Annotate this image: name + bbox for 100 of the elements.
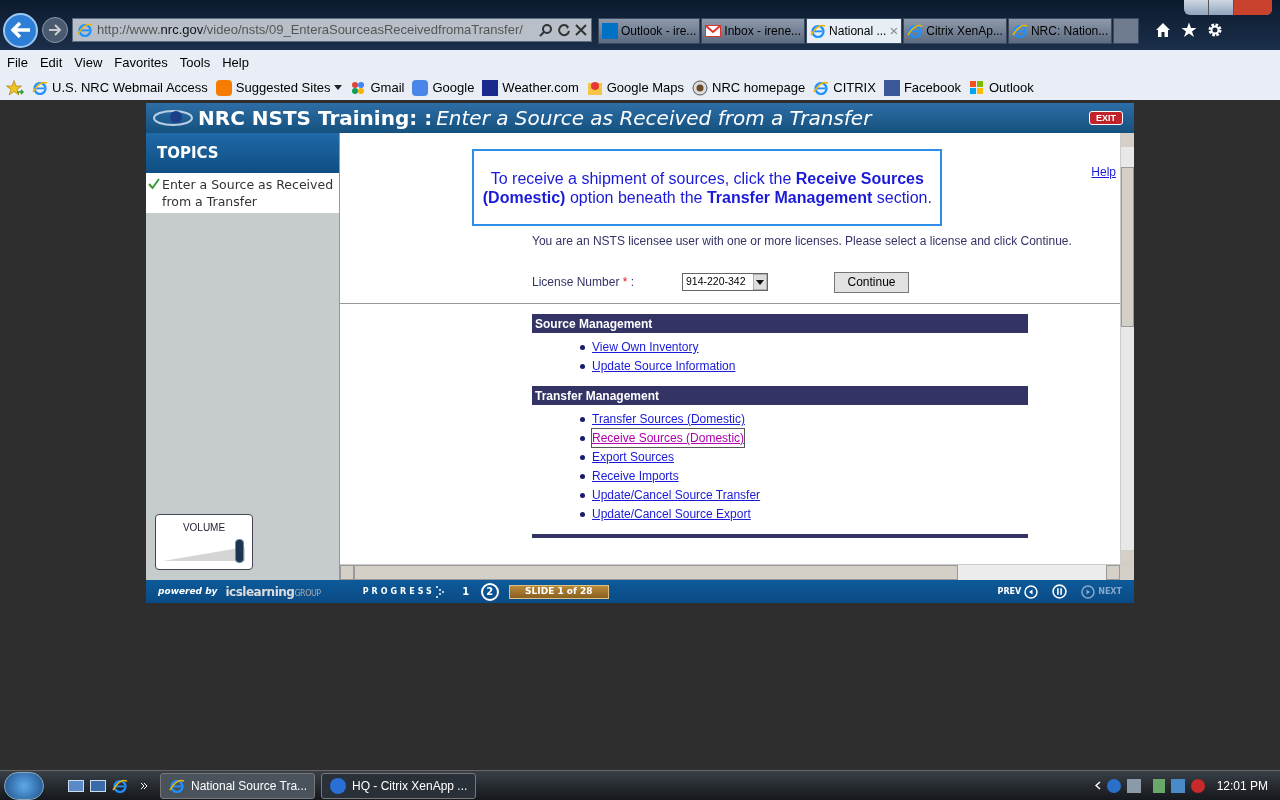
exit-button[interactable]: EXIT: [1089, 111, 1123, 125]
home-icon[interactable]: [1155, 22, 1172, 38]
browser-icon: [112, 777, 128, 794]
horizontal-scrollbar[interactable]: [340, 564, 1134, 580]
license-label: License Number * :: [532, 274, 636, 291]
progress-label: PROGRESS: [362, 585, 435, 598]
nav-link[interactable]: Export Sources: [592, 448, 675, 466]
envelope-icon: [705, 25, 722, 37]
nav-link[interactable]: Receive Sources (Domestic): [592, 429, 745, 447]
nav-link[interactable]: View Own Inventory: [592, 338, 699, 356]
browser-icon: [813, 79, 830, 96]
favorites-link[interactable]: Weather.com: [482, 77, 579, 98]
forward-arrow-icon: [48, 24, 62, 36]
nav-link[interactable]: Update/Cancel Source Transfer: [592, 486, 761, 504]
menu-item[interactable]: Favorites: [110, 51, 172, 74]
volume-control[interactable]: VOLUME: [155, 514, 253, 570]
pause-icon[interactable]: [1052, 584, 1068, 599]
browser-icon: [169, 777, 185, 794]
nav-link[interactable]: Receive Imports: [592, 467, 679, 485]
back-button[interactable]: [3, 12, 38, 48]
prev-icon: [1024, 584, 1039, 599]
tab-title: Citrix XenAp...: [926, 23, 1003, 40]
vertical-scrollbar[interactable]: [1120, 133, 1134, 564]
browser-icon: [32, 79, 48, 96]
topic-item[interactable]: Enter a Source as Received from a Transfer: [146, 173, 339, 213]
volume-knob[interactable]: [234, 539, 244, 563]
continue-button[interactable]: Continue: [834, 271, 909, 293]
course-subtitle: Enter a Source as Received from a Transfer: [436, 105, 872, 132]
bullet-icon: [580, 416, 585, 422]
slide-counter: SLIDE 1 of 28: [508, 584, 609, 599]
clock: 12:01 PM: [1216, 777, 1268, 795]
star-icon[interactable]: [1181, 22, 1198, 38]
help-link[interactable]: Help: [1091, 163, 1116, 181]
powered-by-text: powered by: [158, 584, 218, 598]
overflow-chevron-icon[interactable]: [140, 781, 148, 790]
instruction-text: To receive a shipment of sources, click the Receive Sources (Domestic) option beneath the Transfer Management section.: [482, 168, 933, 207]
taskbar-button[interactable]: National Source Tra...: [160, 772, 315, 799]
favorites-link[interactable]: Outlook: [969, 77, 1034, 98]
new-tab-button[interactable]: [1113, 18, 1140, 44]
ics-logo: icslearningGROUP: [225, 583, 321, 601]
favorites-link[interactable]: Google: [412, 77, 475, 98]
menu-item[interactable]: File: [3, 51, 32, 74]
refresh-icon[interactable]: [557, 23, 571, 37]
menu-item[interactable]: Edit: [35, 51, 67, 74]
topics-heading: TOPICS: [146, 133, 339, 173]
nav-link[interactable]: Transfer Sources (Domestic): [592, 410, 745, 428]
menu-item[interactable]: View: [70, 51, 107, 74]
page-icon: [77, 22, 93, 38]
tab-title: NRC: Nation...: [1030, 23, 1109, 40]
dropdown-caret-icon: [334, 85, 343, 90]
browser-tab[interactable]: NRC: Nation...: [1007, 18, 1113, 44]
start-button[interactable]: [4, 771, 44, 800]
favorites-star-icon[interactable]: [6, 79, 24, 96]
browser-icon: [907, 23, 924, 39]
section-header: Source Management: [532, 314, 1028, 333]
browser-tab[interactable]: Inbox - irene...: [701, 18, 806, 44]
slide-number[interactable]: 1: [456, 582, 475, 601]
favorites-link[interactable]: Suggested Sites: [215, 77, 343, 98]
bullet-icon: [580, 435, 585, 441]
prev-button[interactable]: PREV: [997, 584, 1039, 599]
bullet-icon: [580, 473, 585, 479]
window-controls[interactable]: [1184, 0, 1272, 15]
browser-tab[interactable]: Outlook - ire...: [598, 18, 701, 44]
windows-switch-icon[interactable]: [90, 779, 106, 792]
seal-icon: [692, 79, 709, 96]
browser-icon: [810, 23, 827, 39]
bullet-icon: [580, 344, 585, 350]
favorites-link[interactable]: Google Maps: [586, 77, 685, 98]
license-select[interactable]: 914-220-342: [682, 273, 768, 291]
next-icon: [1081, 584, 1096, 599]
course-title: NRC NSTS Training: :: [198, 105, 433, 132]
search-icon[interactable]: [539, 23, 553, 37]
favorites-link[interactable]: Facebook: [883, 77, 961, 98]
desktop-icon[interactable]: [68, 779, 84, 792]
slide-number[interactable]: 2: [480, 582, 499, 601]
menu-item[interactable]: Help: [218, 51, 253, 74]
tab-title: Outlook - ire...: [621, 23, 697, 40]
menu-item[interactable]: Tools: [175, 51, 215, 74]
nav-link[interactable]: Update/Cancel Source Export: [592, 505, 751, 523]
favorites-link[interactable]: U.S. NRC Webmail Access: [32, 77, 208, 98]
settings-icon[interactable]: [1207, 22, 1224, 38]
browser-icon: [1011, 23, 1028, 39]
progress-dots-icon: [434, 584, 445, 599]
taskbar-button[interactable]: HQ - Citrix XenApp ...: [321, 772, 476, 799]
browser-tab[interactable]: National ... ×: [806, 18, 903, 44]
browser-tab[interactable]: Citrix XenAp...: [903, 18, 1007, 44]
favorites-link[interactable]: CITRIX: [813, 77, 876, 98]
tab-title: Inbox - irene...: [724, 23, 802, 40]
forward-button[interactable]: [42, 17, 68, 43]
tray-chevron-icon[interactable]: [1094, 781, 1101, 790]
close-icon[interactable]: [575, 24, 587, 36]
bullet-icon: [580, 454, 585, 460]
volume-label: VOLUME: [182, 521, 226, 535]
bullet-icon: [580, 363, 585, 369]
favorites-link[interactable]: NRC homepage: [692, 77, 806, 98]
favorites-link[interactable]: Gmail: [350, 77, 405, 98]
windows-icon: [969, 79, 985, 96]
address-bar[interactable]: http://www.nrc.gov/video/nsts/09_EnteraSourceasReceivedfromaTransfer/: [72, 18, 592, 42]
nav-link[interactable]: Update Source Information: [592, 357, 736, 375]
dropdown-arrow-icon: [753, 274, 767, 290]
